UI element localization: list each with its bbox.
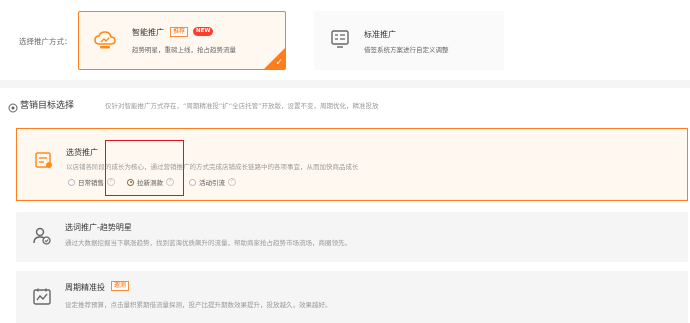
check-icon: ✓	[275, 58, 283, 68]
recommend-tag: 推荐	[170, 27, 189, 37]
highlight-box	[105, 140, 184, 196]
promo-method-panel: 选择推广方式： 智能推广 推荐 NEW 趋势明星，重磅上线，抢占趋势流量 ✓ 标…	[0, 0, 690, 80]
invite-test-tag: 邀测	[111, 281, 130, 291]
goal-option-keyword-trend[interactable]: 选词推广-趋势明星 通过大数据挖掘当下飙涨趋势，找到蓝海优质飙升的流量，帮助商家…	[16, 212, 688, 262]
radio-circle[interactable]	[68, 178, 75, 186]
promo-method-label: 选择推广方式：	[19, 37, 72, 46]
standard-promo-title: 标准推广	[364, 30, 396, 39]
radio-label: 日常销售	[78, 179, 104, 187]
goal-section-title: 营销目标选择	[20, 101, 75, 111]
radio-event-traffic[interactable]: 活动引流 ?	[189, 177, 236, 187]
goal-section: 营销目标选择 仅针对智能推广方式存在，“周期精准投”扩“全店托管”开放版，设置不…	[0, 88, 690, 323]
help-icon[interactable]: ?	[228, 178, 236, 186]
form-icon	[330, 29, 350, 53]
smart-promo-card[interactable]: 智能推广 推荐 NEW 趋势明星，重磅上线，抢占趋势流量 ✓	[78, 11, 286, 70]
cloud-icon	[93, 29, 117, 55]
radio-circle[interactable]	[189, 178, 196, 186]
target-icon	[8, 98, 18, 117]
new-badge: NEW	[193, 27, 214, 36]
smart-promo-desc: 趋势明星，重磅上线，抢占趋势流量	[132, 46, 236, 54]
goal-option-title: 周期精准投	[65, 283, 105, 292]
goal-option-title: 选词推广-趋势明星	[65, 223, 132, 232]
calendar-chart-icon	[32, 287, 52, 311]
radio-label: 活动引流	[199, 179, 225, 187]
goal-option-cycle-precise[interactable]: 周期精准投 邀测 设定推荐预算，点击量积累期借流量探测，投产比提升期数效果提升，…	[16, 271, 688, 323]
goal-option-title: 选货推广	[66, 148, 98, 157]
goal-option-desc: 通过大数据挖掘当下飙涨趋势，找到蓝海优质飙升的流量，帮助商家抢占趋势市场流场，商…	[65, 239, 351, 247]
standard-promo-desc: 借签系统方案进行自定义调整	[364, 46, 449, 54]
user-trend-icon	[32, 226, 52, 250]
smart-promo-title: 智能推广	[132, 28, 164, 37]
standard-promo-card[interactable]: 标准推广 借签系统方案进行自定义调整	[314, 11, 504, 70]
product-promo-icon	[34, 150, 54, 174]
goal-option-desc: 设定推荐预算，点击量积累期借流量探测，投产比提升期数效果提升，投放越久，效果越好…	[65, 301, 332, 309]
goal-section-note: 仅针对智能推广方式存在，“周期精准投”扩“全店托管”开放版，设置不变，周期优化，…	[105, 102, 379, 110]
